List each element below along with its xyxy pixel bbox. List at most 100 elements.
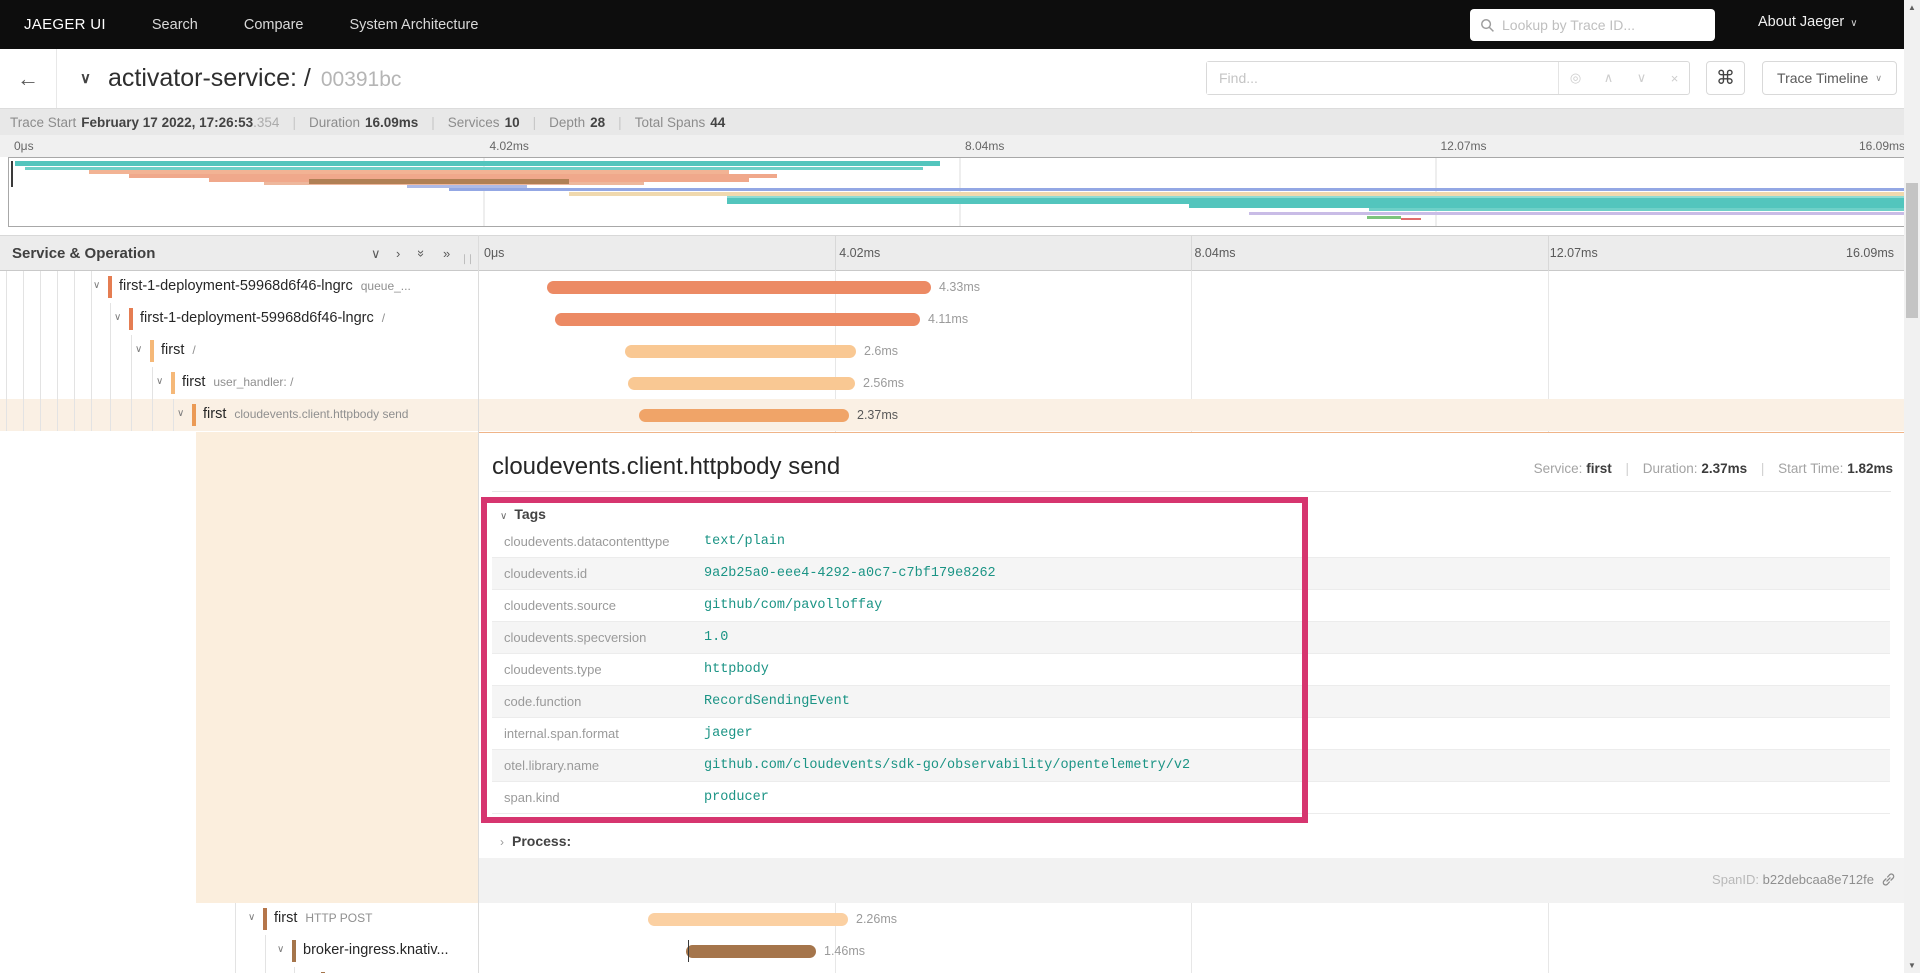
tick-label: 0μs — [484, 246, 505, 260]
indent-guide — [40, 303, 41, 335]
span-duration-label: 4.11ms — [928, 312, 969, 326]
indent-guide — [110, 367, 111, 399]
trace-minimap[interactable] — [8, 157, 1912, 227]
nav-item-compare[interactable]: Compare — [244, 17, 304, 33]
timeline-header: Service & Operation ∨ › » » ∣∣ 0μs 4.02ms… — [0, 235, 1904, 271]
span-row[interactable]: ∨ first cloudevents.client.httpbody send 2.… — [0, 399, 1904, 431]
tag-row[interactable]: cloudevents.datacontenttype text/plain — [492, 526, 1890, 558]
command-icon: ⌘ — [1716, 67, 1735, 89]
span-row[interactable]: ∨ first-1-deployment-59968d6f46-lngrc/4.1… — [0, 303, 1904, 335]
scrollbar-thumb[interactable] — [1906, 183, 1918, 318]
tag-row[interactable]: cloudevents.id 9a2b25a0-eee4-4292-a0c7-c7… — [492, 558, 1890, 590]
expand-all-icon[interactable]: » — [443, 246, 450, 261]
tag-row[interactable]: cloudevents.specversion 1.0 — [492, 622, 1890, 654]
span-duration-label: 2.26ms — [856, 912, 897, 926]
indent-guide — [57, 271, 58, 303]
scroll-up-icon[interactable]: ▲ — [1904, 3, 1920, 12]
span-service-name[interactable]: first HTTP POST — [274, 910, 372, 926]
jaeger-trace-page: JAEGER UI Search Compare System Architectu… — [0, 0, 1920, 973]
tags-table: cloudevents.datacontenttype text/plain clo… — [492, 526, 1890, 814]
prev-match-icon[interactable]: ∧ — [1592, 70, 1625, 86]
clear-icon[interactable]: × — [1658, 71, 1691, 86]
span-duration-label: 1.46ms — [824, 944, 865, 958]
scroll-down-icon[interactable]: ▼ — [1904, 961, 1920, 970]
column-resizer-handle[interactable]: ∣∣ — [462, 254, 474, 265]
span-row[interactable]: ∨broker-ingress.kn...1.28ms — [0, 967, 1904, 973]
tag-row[interactable]: internal.span.format jaeger — [492, 718, 1890, 750]
chevron-down-icon[interactable]: ∨ — [156, 376, 163, 387]
span-row[interactable]: ∨ first HTTP POST 2.26ms — [0, 903, 1904, 935]
span-bar[interactable] — [639, 409, 849, 422]
trace-collapse-chevron[interactable]: ∨ — [80, 69, 91, 87]
span-bar[interactable] — [686, 945, 816, 958]
span-row[interactable]: ∨ first-1-deployment-59968d6f46-lngrc queu… — [0, 271, 1904, 303]
tags-accordion-header[interactable]: ∨ Tags — [500, 506, 546, 522]
trace-view-dropdown[interactable]: Trace Timeline ∨ — [1762, 61, 1897, 95]
indent-guide — [235, 967, 236, 973]
tag-row[interactable]: otel.library.name github.com/cloudevents/… — [492, 750, 1890, 782]
next-match-icon[interactable]: ∨ — [1625, 70, 1658, 86]
span-operation-name: queue_... — [360, 279, 411, 293]
collapse-all-icon[interactable]: » — [414, 250, 429, 257]
tag-value: httpbody — [704, 662, 769, 677]
expand-one-icon[interactable]: › — [396, 246, 400, 261]
indent-guide — [40, 367, 41, 399]
tag-row[interactable]: cloudevents.source github/com/pavolloffay — [492, 590, 1890, 622]
span-service-name[interactable]: first user_handler: / — [182, 374, 293, 390]
keyboard-shortcuts-button[interactable]: ⌘ — [1706, 61, 1745, 95]
nav-item-system-architecture[interactable]: System Architecture — [349, 17, 478, 33]
collapse-one-icon[interactable]: ∨ — [371, 246, 381, 262]
span-row[interactable]: ∨ first/2.6ms — [0, 335, 1904, 367]
summary-label: Duration — [308, 114, 360, 130]
detail-start-time: 1.82ms — [1847, 461, 1893, 476]
span-row[interactable]: ∨ first user_handler: / 2.56ms — [0, 367, 1904, 399]
span-service-name[interactable]: first / — [161, 342, 196, 358]
chevron-down-icon[interactable]: ∨ — [177, 408, 184, 419]
indent-guide — [6, 303, 7, 335]
indent-guide — [23, 271, 24, 303]
spanid-strip: SpanID: b22debcaa8e712fe — [478, 858, 1904, 903]
chevron-down-icon[interactable]: ∨ — [114, 312, 121, 323]
tag-key: cloudevents.source — [504, 598, 617, 613]
trace-id-lookup[interactable]: Lookup by Trace ID... — [1470, 9, 1715, 41]
indent-guide — [294, 967, 295, 973]
find-input[interactable] — [1207, 62, 1559, 94]
span-bar[interactable] — [625, 345, 856, 358]
tag-row[interactable]: code.function RecordSendingEvent — [492, 686, 1890, 718]
process-accordion-header[interactable]: › Process: — [500, 833, 571, 849]
span-service-name[interactable]: first-1-deployment-59968d6f46-lngrc / — [140, 310, 385, 326]
nav-item-search[interactable]: Search — [152, 17, 198, 33]
tag-row[interactable]: span.kind producer — [492, 782, 1890, 814]
summary-value: 16.09ms — [364, 114, 419, 130]
indent-guide — [74, 303, 75, 335]
vertical-scrollbar[interactable]: ▲ ▼ — [1904, 0, 1920, 973]
chevron-down-icon[interactable]: ∨ — [277, 944, 284, 955]
span-id: SpanID: b22debcaa8e712fe — [1712, 872, 1874, 887]
span-service-name[interactable]: broker-ingress.knativ... — [303, 942, 449, 958]
span-operation-name: user_handler: / — [213, 375, 294, 389]
summary-value: February 17 2022, 17:26:53 — [81, 114, 254, 130]
indent-guide — [23, 335, 24, 367]
chevron-down-icon[interactable]: ∨ — [93, 280, 100, 291]
brand-jaeger-ui[interactable]: JAEGER UI — [24, 16, 106, 33]
span-detail-meta: Service: first | Duration: 2.37ms | Star… — [1533, 461, 1893, 476]
span-bar[interactable] — [547, 281, 931, 294]
crosshair-icon[interactable]: ◎ — [1559, 70, 1592, 86]
chevron-down-icon[interactable]: ∨ — [135, 344, 142, 355]
summary-label: Services — [447, 114, 500, 130]
span-bar[interactable] — [628, 377, 855, 390]
column-divider[interactable] — [478, 235, 479, 973]
deep-link-icon[interactable] — [1881, 872, 1896, 887]
indent-guide — [91, 271, 92, 303]
gridline — [1191, 236, 1192, 271]
span-bar[interactable] — [648, 913, 848, 926]
span-service-name[interactable]: first-1-deployment-59968d6f46-lngrc queue… — [119, 278, 411, 294]
chevron-down-icon[interactable]: ∨ — [248, 912, 255, 923]
span-service-name[interactable]: first cloudevents.client.httpbody send — [203, 406, 408, 422]
back-button[interactable]: ← — [0, 49, 57, 108]
tag-row[interactable]: cloudevents.type httpbody — [492, 654, 1890, 686]
about-jaeger-menu[interactable]: About Jaeger ∨ — [1758, 14, 1858, 30]
indent-guide — [40, 335, 41, 367]
span-bar[interactable] — [555, 313, 920, 326]
span-row[interactable]: ∨ broker-ingress.knativ... 1.46ms — [0, 935, 1904, 967]
